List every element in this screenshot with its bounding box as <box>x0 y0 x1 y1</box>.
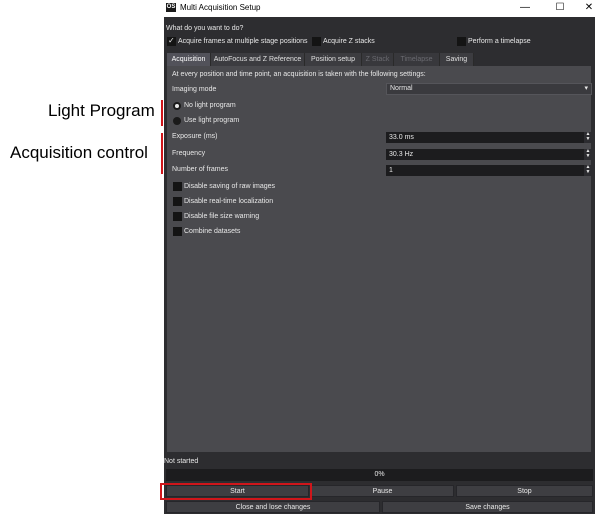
checkbox-multiple-positions[interactable]: ✓ <box>167 36 176 46</box>
checkbox-disable-size-warning[interactable] <box>173 212 182 221</box>
tab-saving[interactable]: Saving <box>440 53 474 66</box>
checkmark-icon: ✓ <box>168 36 175 45</box>
close-lose-changes-button[interactable]: Close and lose changes <box>166 501 380 513</box>
acquisition-panel: At every position and time point, an acq… <box>167 66 592 452</box>
light-program-bracket <box>161 100 163 126</box>
disable-size-warning-label: Disable file size warning <box>184 213 260 220</box>
app-logo-icon: OS <box>166 3 176 12</box>
frequency-label: Frequency <box>172 150 206 157</box>
pause-button[interactable]: Pause <box>311 485 454 497</box>
disable-localization-label: Disable real-time localization <box>184 198 274 205</box>
title-bar: OS Multi Acquisition Setup — ☐ ✕ <box>164 0 595 17</box>
light-program-annotation: Light Program <box>48 101 155 120</box>
close-icon[interactable]: ✕ <box>579 1 595 15</box>
tab-position-setup[interactable]: Position setup <box>305 53 362 66</box>
checkbox-disable-raw-saving[interactable] <box>173 182 182 191</box>
exposure-value: 33.0 ms <box>389 134 414 141</box>
radio-use-light-program[interactable] <box>173 117 181 125</box>
no-light-program-label: No light program <box>184 102 236 109</box>
frames-input[interactable]: 1 ▲ ▼ <box>386 165 592 176</box>
checkbox-combine-datasets[interactable] <box>173 227 182 236</box>
tab-autofocus[interactable]: AutoFocus and Z Reference <box>211 53 305 66</box>
start-button[interactable]: Start <box>166 485 309 497</box>
question-label: What do you want to do? <box>166 25 244 32</box>
window-title: Multi Acquisition Setup <box>180 3 261 12</box>
checkbox-timelapse[interactable] <box>457 37 466 46</box>
frames-value: 1 <box>389 167 393 174</box>
progress-bar: 0% <box>166 469 593 481</box>
exposure-spinner-icon[interactable]: ▲ ▼ <box>584 132 592 143</box>
combine-datasets-label: Combine datasets <box>184 228 241 235</box>
exposure-input[interactable]: 33.0 ms ▲ ▼ <box>386 132 592 143</box>
radio-no-light-program[interactable] <box>173 102 181 110</box>
status-text: Not started <box>164 458 199 465</box>
checkbox-disable-localization[interactable] <box>173 197 182 206</box>
imaging-mode-value: Normal <box>390 85 413 92</box>
frames-label: Number of frames <box>172 166 229 173</box>
imaging-mode-select[interactable]: Normal ▾ <box>386 83 592 95</box>
use-light-program-label: Use light program <box>184 117 240 124</box>
option-z-stacks-label: Acquire Z stacks <box>323 38 375 45</box>
checkbox-z-stacks[interactable] <box>312 37 321 46</box>
option-multiple-positions-label: Acquire frames at multiple stage positio… <box>178 38 308 45</box>
acquisition-intro: At every position and time point, an acq… <box>172 71 426 78</box>
progress-text: 0% <box>374 471 385 478</box>
option-timelapse-label: Perform a timelapse <box>468 38 531 45</box>
tab-acquisition[interactable]: Acquisition <box>167 53 211 66</box>
chevron-down-icon: ▾ <box>584 85 588 92</box>
maximize-icon[interactable]: ☐ <box>550 1 570 15</box>
minimize-icon[interactable]: — <box>515 1 535 15</box>
stop-button[interactable]: Stop <box>456 485 593 497</box>
imaging-mode-label: Imaging mode <box>172 86 217 93</box>
tab-z-stack: Z Stack <box>362 53 394 66</box>
exposure-label: Exposure (ms) <box>172 133 218 140</box>
disable-raw-saving-label: Disable saving of raw images <box>184 183 276 190</box>
multi-acquisition-window: OS Multi Acquisition Setup — ☐ ✕ What do… <box>160 0 595 514</box>
save-changes-button[interactable]: Save changes <box>382 501 593 513</box>
acquisition-control-bracket <box>161 133 163 174</box>
frequency-input[interactable]: 30.3 Hz ▲ ▼ <box>386 149 592 160</box>
acquisition-control-annotation: Acquisition control <box>10 143 148 162</box>
frequency-spinner-icon[interactable]: ▲ ▼ <box>584 149 592 160</box>
main-area: What do you want to do? ✓ Acquire frames… <box>160 17 595 514</box>
tab-timelapse: Timelapse <box>394 53 440 66</box>
frames-spinner-icon[interactable]: ▲ ▼ <box>584 165 592 176</box>
frequency-value: 30.3 Hz <box>389 151 414 158</box>
